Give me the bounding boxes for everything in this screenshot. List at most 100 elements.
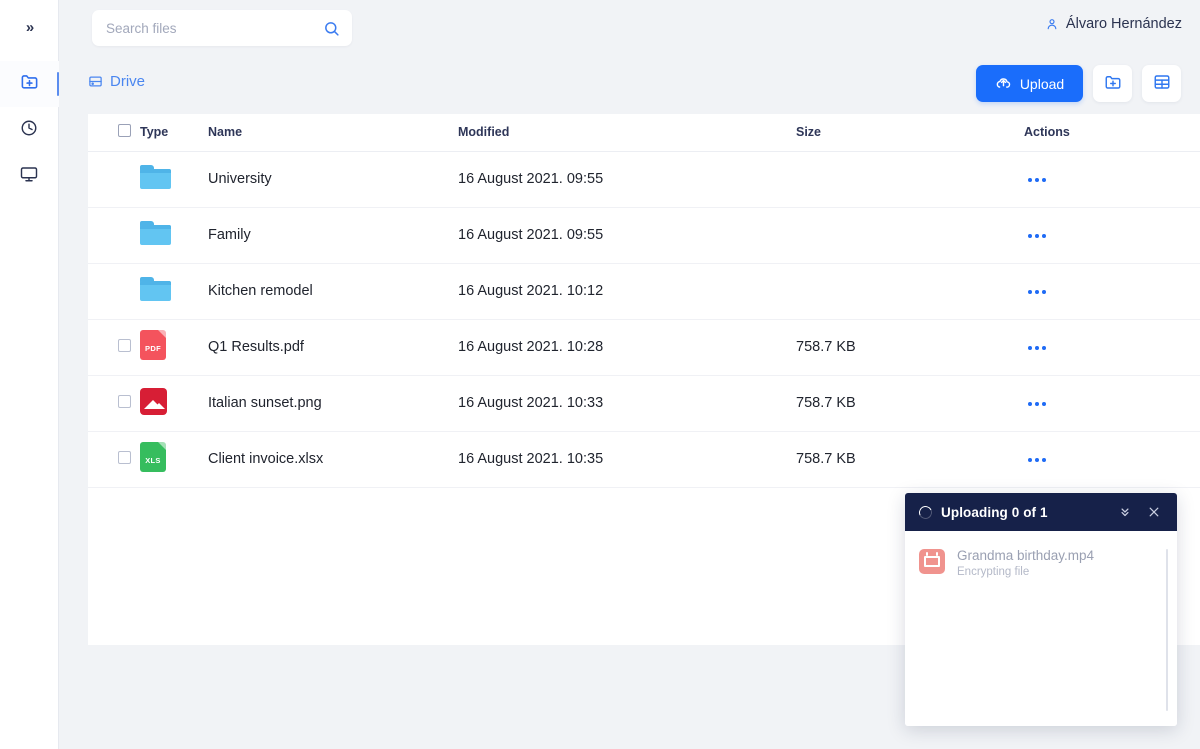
row-type-cell (140, 207, 208, 263)
row-size-cell (796, 151, 1024, 207)
row-modified-cell: 16 August 2021. 10:35 (458, 431, 796, 487)
row-select-cell (88, 151, 140, 207)
row-actions-cell (1024, 263, 1200, 319)
row-actions-cell (1024, 151, 1200, 207)
row-menu-button[interactable] (1024, 284, 1050, 300)
new-folder-button[interactable] (1093, 65, 1132, 102)
folder-icon (140, 221, 171, 245)
video-file-icon (919, 549, 945, 574)
file-table-body: University16 August 2021. 09:55Family16 … (88, 151, 1200, 487)
row-actions-cell (1024, 375, 1200, 431)
top-bar: Álvaro Hernández (59, 0, 1200, 55)
row-select-cell (88, 207, 140, 263)
rail-item-list (0, 55, 59, 199)
user-menu[interactable]: Álvaro Hernández (1045, 16, 1182, 32)
row-checkbox[interactable] (118, 395, 131, 408)
row-name-cell[interactable]: Q1 Results.pdf (208, 319, 458, 375)
header-size[interactable]: Size (796, 114, 1024, 151)
upload-panel-title: Uploading 0 of 1 (941, 505, 1106, 520)
row-actions-cell (1024, 207, 1200, 263)
upload-panel-collapse-button[interactable] (1115, 505, 1135, 519)
rail-collapse-button[interactable]: » (0, 0, 59, 55)
search-icon[interactable] (323, 20, 340, 37)
grid-view-icon (1153, 73, 1171, 94)
header-modified[interactable]: Modified (458, 114, 796, 151)
row-size-cell (796, 263, 1024, 319)
chevrons-right-icon: » (26, 19, 32, 36)
row-modified-cell: 16 August 2021. 10:28 (458, 319, 796, 375)
table-row[interactable]: Kitchen remodel16 August 2021. 10:12 (88, 263, 1200, 319)
header-name[interactable]: Name (208, 114, 458, 151)
row-menu-button[interactable] (1024, 172, 1050, 188)
row-size-cell: 758.7 KB (796, 431, 1024, 487)
table-row[interactable]: XLS Client invoice.xlsx16 August 2021. 10… (88, 431, 1200, 487)
upload-panel-body: Grandma birthday.mp4 Encrypting file (905, 531, 1177, 726)
row-name-cell[interactable]: Client invoice.xlsx (208, 431, 458, 487)
monitor-icon (20, 165, 38, 188)
spinner-icon (917, 504, 934, 521)
upload-button[interactable]: Upload (976, 65, 1083, 102)
upload-list-item: Grandma birthday.mp4 Encrypting file (919, 547, 1163, 578)
breadcrumb[interactable]: Drive (88, 73, 145, 90)
row-actions-cell (1024, 431, 1200, 487)
row-checkbox[interactable] (118, 451, 131, 464)
row-type-cell (140, 151, 208, 207)
table-row[interactable]: Family16 August 2021. 09:55 (88, 207, 1200, 263)
user-name: Álvaro Hernández (1066, 16, 1182, 32)
table-row[interactable]: University16 August 2021. 09:55 (88, 151, 1200, 207)
row-type-cell: PDF (140, 319, 208, 375)
select-all-checkbox[interactable] (118, 124, 131, 137)
cloud-upload-icon (995, 74, 1012, 94)
table-row[interactable]: Italian sunset.png16 August 2021. 10:337… (88, 375, 1200, 431)
row-size-cell: 758.7 KB (796, 319, 1024, 375)
row-name-cell[interactable]: Italian sunset.png (208, 375, 458, 431)
row-modified-cell: 16 August 2021. 10:33 (458, 375, 796, 431)
folder-icon (140, 165, 171, 189)
search-input[interactable] (106, 21, 323, 36)
row-name-cell[interactable]: Kitchen remodel (208, 263, 458, 319)
sidebar-item-devices[interactable] (0, 153, 59, 199)
row-menu-button[interactable] (1024, 340, 1050, 356)
row-checkbox[interactable] (118, 339, 131, 352)
row-modified-cell: 16 August 2021. 09:55 (458, 207, 796, 263)
row-modified-cell: 16 August 2021. 09:55 (458, 151, 796, 207)
header-select-all (88, 114, 140, 151)
header-type[interactable]: Type (140, 114, 208, 151)
row-size-cell: 758.7 KB (796, 375, 1024, 431)
row-menu-button[interactable] (1024, 396, 1050, 412)
row-name-cell[interactable]: University (208, 151, 458, 207)
table-header-row: Type Name Modified Size Actions (88, 114, 1200, 151)
app-root: » (0, 0, 1200, 749)
row-select-cell (88, 375, 140, 431)
upload-button-label: Upload (1020, 76, 1064, 92)
upload-panel-close-button[interactable] (1144, 505, 1164, 519)
excel-file-icon: XLS (140, 442, 166, 472)
row-name-cell[interactable]: Family (208, 207, 458, 263)
sub-header: Drive Upload (59, 55, 1200, 114)
upload-file-status: Encrypting file (957, 566, 1094, 578)
row-type-cell: XLS (140, 431, 208, 487)
file-table: Type Name Modified Size Actions Universi… (88, 114, 1200, 488)
row-modified-cell: 16 August 2021. 10:12 (458, 263, 796, 319)
folder-icon (140, 277, 171, 301)
toolbar-actions: Upload (976, 65, 1181, 102)
breadcrumb-label: Drive (110, 73, 145, 90)
left-rail: » (0, 0, 59, 749)
upload-panel-scrollbar[interactable] (1166, 549, 1168, 711)
row-select-cell (88, 263, 140, 319)
row-select-cell (88, 319, 140, 375)
row-menu-button[interactable] (1024, 228, 1050, 244)
row-size-cell (796, 207, 1024, 263)
row-type-cell (140, 375, 208, 431)
image-file-icon (140, 388, 167, 415)
clock-icon (20, 119, 38, 142)
table-row[interactable]: PDFQ1 Results.pdf16 August 2021. 10:2875… (88, 319, 1200, 375)
sidebar-item-drive[interactable] (0, 61, 59, 107)
folder-plus-icon (1104, 73, 1122, 94)
search-box[interactable] (92, 10, 352, 46)
sidebar-item-recent[interactable] (0, 107, 59, 153)
upload-panel-header[interactable]: Uploading 0 of 1 (905, 493, 1177, 531)
row-menu-button[interactable] (1024, 452, 1050, 468)
grid-view-button[interactable] (1142, 65, 1181, 102)
header-actions: Actions (1024, 114, 1200, 151)
